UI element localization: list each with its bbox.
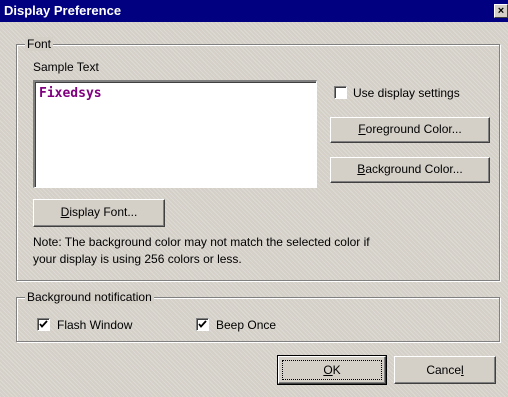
background-label: ackground Color... <box>365 162 463 176</box>
use-display-settings-label[interactable]: Use display settings <box>353 86 460 100</box>
beep-once-label[interactable]: Beep Once <box>216 318 276 332</box>
color-note: Note: The background color may not match… <box>33 234 493 268</box>
ok-focus-ring <box>282 360 382 380</box>
ok-button[interactable]: OK <box>277 355 387 385</box>
background-notification-legend: Background notification <box>25 290 154 304</box>
check-icon <box>39 320 48 328</box>
display-font-mnemonic: D <box>60 205 70 219</box>
foreground-color-button[interactable]: Foreground Color... <box>330 117 490 143</box>
flash-window-checkbox[interactable] <box>37 318 50 331</box>
close-button[interactable]: × <box>494 4 508 18</box>
check-icon <box>198 320 207 328</box>
use-display-settings-checkbox[interactable] <box>334 86 347 99</box>
sample-text-value: Fixedsys <box>39 86 102 101</box>
flash-window-label[interactable]: Flash Window <box>57 318 132 332</box>
cancel-mnemonic: l <box>461 363 464 377</box>
color-note-line-2: your display is using 256 colors or less… <box>33 252 242 266</box>
display-font-label: isplay Font... <box>69 205 138 219</box>
sample-text-label: Sample Text <box>33 60 99 74</box>
display-preference-dialog: Display Preference × Font Sample Text Fi… <box>0 0 508 397</box>
font-group-legend: Font <box>25 37 54 51</box>
window-title: Display Preference <box>4 3 122 18</box>
close-icon: × <box>497 5 505 17</box>
background-color-button[interactable]: Background Color... <box>330 157 490 183</box>
display-font-button[interactable]: Display Font... <box>33 199 165 227</box>
color-note-line-1: Note: The background color may not match… <box>33 235 370 249</box>
title-bar[interactable]: Display Preference × <box>0 0 508 22</box>
foreground-mnemonic: F <box>358 122 366 136</box>
cancel-label: Cance <box>426 363 461 377</box>
foreground-label: oreground Color... <box>365 122 462 136</box>
cancel-button[interactable]: Cancel <box>394 356 496 384</box>
beep-once-checkbox[interactable] <box>196 318 209 331</box>
sample-text-box: Fixedsys <box>33 80 317 188</box>
